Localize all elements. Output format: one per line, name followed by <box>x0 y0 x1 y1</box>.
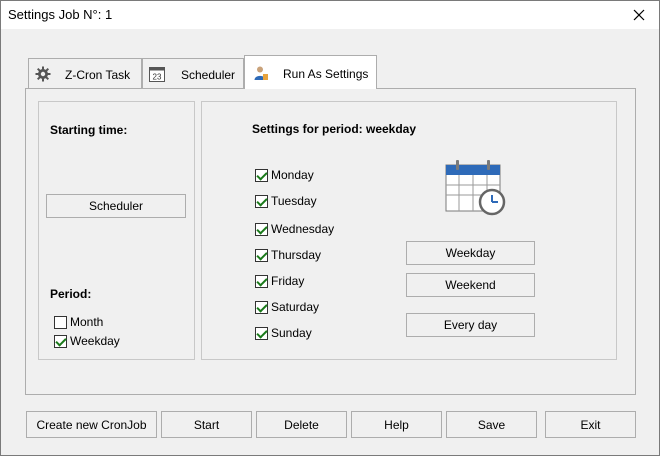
checkbox-box[interactable] <box>255 194 268 208</box>
period-settings-group: Settings for period: weekday Monday Tues… <box>201 101 617 360</box>
run-as-settings-panel: Starting time: Scheduler Period: Month W… <box>25 88 636 395</box>
day-tuesday-checkbox[interactable]: Tuesday <box>255 194 317 208</box>
checkbox-label: Saturday <box>271 300 320 314</box>
checkbox-label: Month <box>70 315 104 329</box>
checkbox-box[interactable] <box>255 248 268 262</box>
period-settings-heading: Settings for period: weekday <box>252 122 417 136</box>
checkbox-label: Weekday <box>70 334 120 348</box>
every-day-button[interactable]: Every day <box>406 313 535 337</box>
tab-label: Z-Cron Task <box>65 68 131 82</box>
close-button[interactable] <box>619 1 659 29</box>
checkbox-label: Tuesday <box>271 194 317 208</box>
day-saturday-checkbox[interactable]: Saturday <box>255 300 319 314</box>
scheduler-button[interactable]: Scheduler <box>46 194 186 218</box>
start-button[interactable]: Start <box>161 411 252 438</box>
calendar-23-icon: 23 <box>149 67 165 82</box>
help-button[interactable]: Help <box>351 411 442 438</box>
title-bar: Settings Job N°: 1 <box>1 1 659 29</box>
weekday-button[interactable]: Weekday <box>406 241 535 265</box>
settings-window: Settings Job N°: 1 Z-Cron Task 23 Schedu… <box>0 0 660 456</box>
checkbox-label: Wednesday <box>271 222 335 236</box>
tab-z-cron-task[interactable]: Z-Cron Task <box>28 58 142 89</box>
tab-label: Scheduler <box>181 68 236 82</box>
user-icon <box>254 66 268 80</box>
day-monday-checkbox[interactable]: Monday <box>255 168 314 182</box>
day-wednesday-checkbox[interactable]: Wednesday <box>255 222 334 236</box>
starting-time-label: Starting time: <box>50 123 128 137</box>
gear-icon <box>35 66 51 82</box>
weekend-button[interactable]: Weekend <box>406 273 535 297</box>
close-icon <box>633 9 645 21</box>
day-sunday-checkbox[interactable]: Sunday <box>255 326 312 340</box>
period-month-checkbox[interactable]: Month <box>54 315 103 329</box>
period-label: Period: <box>50 287 92 301</box>
checkbox-box[interactable] <box>255 326 268 340</box>
tab-run-as-settings[interactable]: Run As Settings <box>244 55 377 89</box>
window-title: Settings Job N°: 1 <box>8 7 113 22</box>
checkbox-box[interactable] <box>255 274 268 288</box>
save-button[interactable]: Save <box>446 411 537 438</box>
tab-scheduler[interactable]: 23 Scheduler <box>142 58 244 89</box>
checkbox-box[interactable] <box>255 222 268 236</box>
delete-button[interactable]: Delete <box>256 411 347 438</box>
exit-button[interactable]: Exit <box>545 411 636 438</box>
checkbox-label: Sunday <box>271 326 312 340</box>
checkbox-box[interactable] <box>54 315 67 329</box>
create-new-cronjob-button[interactable]: Create new CronJob <box>26 411 157 438</box>
period-weekday-checkbox[interactable]: Weekday <box>54 334 120 348</box>
checkbox-box[interactable] <box>255 168 268 182</box>
starting-time-group: Starting time: Scheduler Period: Month W… <box>38 101 195 360</box>
checkbox-box[interactable] <box>54 334 67 348</box>
day-thursday-checkbox[interactable]: Thursday <box>255 248 321 262</box>
checkbox-label: Monday <box>271 168 314 182</box>
svg-text:23: 23 <box>153 73 162 82</box>
tab-label: Run As Settings <box>283 67 369 81</box>
checkbox-label: Friday <box>271 274 305 288</box>
calendar-clock-icon <box>445 160 506 216</box>
day-friday-checkbox[interactable]: Friday <box>255 274 304 288</box>
checkbox-box[interactable] <box>255 300 268 314</box>
checkbox-label: Thursday <box>271 248 322 262</box>
